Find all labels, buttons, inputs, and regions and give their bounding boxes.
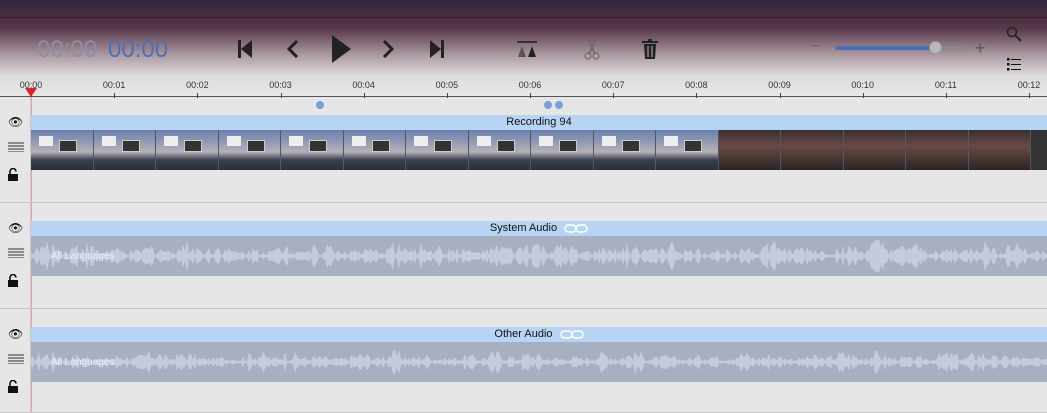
video-thumbnail (218, 130, 281, 170)
search-icon[interactable] (1006, 26, 1022, 42)
delete-button[interactable] (640, 36, 660, 62)
eye-icon[interactable]: 👁 (8, 221, 23, 235)
drag-handle-icon[interactable] (8, 142, 24, 152)
ruler-tick-label: 00:03 (269, 80, 292, 90)
eye-icon[interactable]: 👁 (8, 327, 23, 341)
cut-button[interactable] (582, 36, 602, 62)
track-audio: 👁 Other Audio All Languages (0, 309, 1047, 413)
play-button[interactable] (329, 35, 353, 63)
drag-handle-icon[interactable] (8, 248, 24, 258)
track-video: 👁 Recording 94 (0, 97, 1047, 203)
ruler-tick-label: 00:12 (1017, 80, 1041, 90)
video-clip[interactable] (31, 130, 1047, 170)
step-back-button[interactable] (285, 36, 301, 62)
step-forward-icon (382, 40, 394, 58)
ruler-tick-label: 00:06 (518, 80, 542, 90)
video-thumbnail (656, 130, 719, 170)
video-thumbnail (781, 130, 844, 170)
timecode: 00:00 (108, 36, 169, 63)
zoom-out-icon[interactable]: − (811, 38, 820, 56)
ruler-tick-label: 00:01 (102, 80, 126, 90)
track-controls: 👁 (0, 203, 31, 308)
audio-clip[interactable]: All Languages (31, 236, 1047, 276)
toolbar-divider (0, 17, 1047, 18)
zoom-slider[interactable] (835, 41, 964, 54)
drag-handle-icon[interactable] (8, 354, 24, 364)
lock-icon[interactable] (8, 274, 19, 287)
video-thumbnail (406, 130, 469, 170)
zoom-slider-fill (835, 46, 936, 50)
ruler-tick-label: 00:07 (601, 80, 625, 90)
link-icon[interactable] (559, 329, 584, 339)
skip-back-icon (238, 40, 252, 58)
step-forward-button[interactable] (380, 36, 396, 62)
video-thumbnail (468, 130, 531, 170)
video-thumbnail (718, 130, 781, 170)
scissors-icon (584, 38, 600, 60)
skip-forward-icon (430, 40, 444, 58)
playhead[interactable] (25, 88, 37, 97)
video-thumbnail (531, 130, 594, 170)
track-audio: 👁 System Audio All Languages (0, 203, 1047, 309)
timecode-dim: 00:00 (37, 36, 98, 63)
track-title: Other Audio (494, 328, 553, 340)
video-thumbnail (156, 130, 219, 170)
split-button[interactable] (515, 36, 539, 62)
video-thumbnail (906, 130, 969, 170)
ruler-tick-label: 00:02 (186, 80, 209, 90)
ruler-tick-label: 00:05 (435, 80, 459, 90)
video-thumbnail (93, 130, 156, 170)
video-thumbnail (31, 130, 94, 170)
ruler-tick-label: 00:11 (934, 80, 957, 90)
list-icon[interactable] (1007, 58, 1022, 71)
zoom-slider-thumb[interactable] (928, 41, 942, 54)
ruler-tick-label: 00:04 (352, 80, 375, 90)
audio-clip[interactable]: All Languages (31, 342, 1047, 382)
track-title: Recording 94 (506, 116, 572, 128)
language-label: All Languages (51, 251, 115, 262)
skip-back-button[interactable] (236, 36, 254, 62)
eye-icon[interactable]: 👁 (8, 115, 23, 129)
track-header[interactable]: Recording 94 (31, 115, 1047, 130)
track-controls: 👁 (0, 97, 31, 202)
video-thumbnail (968, 130, 1031, 170)
ruler-tick-label: 00:09 (768, 80, 791, 90)
waveform (31, 239, 1047, 273)
play-icon (332, 35, 351, 63)
ruler-tick-label: 00:08 (685, 80, 708, 90)
track-controls: 👁 (0, 309, 31, 412)
waveform (31, 349, 1047, 375)
video-thumbnail (281, 130, 344, 170)
track-title: System Audio (489, 222, 558, 234)
video-thumbnail (843, 130, 906, 170)
step-back-icon (287, 40, 299, 58)
ruler-tick-label: 00:10 (851, 80, 874, 90)
lock-icon[interactable] (8, 168, 19, 181)
video-thumbnail (593, 130, 656, 170)
link-icon[interactable] (564, 223, 588, 233)
lock-icon[interactable] (8, 380, 19, 393)
video-thumbnail (343, 130, 406, 170)
language-label: All Languages (51, 357, 115, 368)
split-icon (517, 41, 537, 57)
track-header[interactable]: Other Audio (31, 327, 1047, 342)
skip-forward-button[interactable] (428, 36, 446, 62)
timeline-ruler[interactable]: 00:00 00:01 00:02 00:03 00:04 00:05 00:06 00:07… (0, 78, 1047, 98)
trash-icon (642, 39, 658, 59)
zoom-in-icon[interactable]: + (975, 38, 986, 59)
track-header[interactable]: System Audio (31, 221, 1047, 236)
